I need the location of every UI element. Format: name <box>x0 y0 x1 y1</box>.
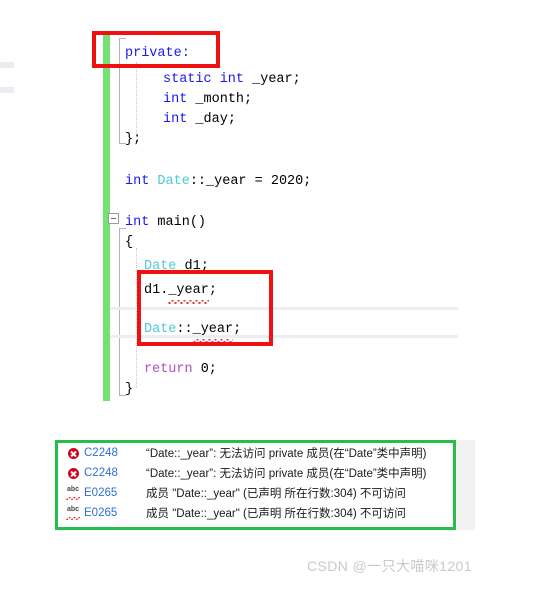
code-token: int <box>125 215 150 230</box>
error-icon <box>62 446 84 460</box>
code-token: _year; <box>244 72 301 87</box>
abc-squiggle-underline <box>66 497 80 500</box>
error-list-row[interactable]: C2248 “Date::_year”: 无法访问 private 成员(在“Da… <box>58 443 453 463</box>
code-token: int <box>125 174 150 189</box>
code-token: } <box>125 382 134 397</box>
code-line: int _day; <box>163 110 236 130</box>
error-circle-x-icon <box>66 446 80 460</box>
error-message: 成员 "Date::_year" (已声明 所在行数:304) 不可访问 <box>146 508 406 520</box>
code-line: } <box>125 380 133 400</box>
code-line: int Date::_year = 2020; <box>125 172 311 192</box>
error-message: “Date::_year”: 无法访问 private 成员(在“Date”类中… <box>146 468 427 480</box>
error-code: E0265 <box>84 507 118 519</box>
code-token: int <box>163 92 188 107</box>
error-code: C2248 <box>84 447 118 459</box>
code-token: { <box>125 235 134 250</box>
watermark: CSDN @一只大喵咪1201 <box>307 558 472 574</box>
error-message: 成员 "Date::_year" (已声明 所在行数:304) 不可访问 <box>146 488 406 500</box>
code-token: }; <box>125 132 142 147</box>
code-line: }; <box>125 130 141 150</box>
code-token: 0; <box>192 362 217 377</box>
code-token: static int <box>163 72 245 87</box>
annotation-box-private-usage <box>137 270 273 346</box>
error-icon <box>62 466 84 480</box>
intellisense-icon: abc <box>62 486 84 500</box>
code-text[interactable]: private: static int _year; int _month; int … <box>0 0 545 420</box>
code-line: return 0; <box>144 360 217 380</box>
code-token: int <box>163 112 188 127</box>
error-list-row[interactable]: abc E0265 成员 "Date::_year" (已声明 所在行数:304) … <box>58 483 453 503</box>
code-line: int _month; <box>163 90 252 110</box>
error-code: C2248 <box>84 467 118 479</box>
abc-squiggle-icon: abc <box>65 506 81 520</box>
error-code: E0265 <box>84 487 118 499</box>
intellisense-icon: abc <box>62 506 84 520</box>
code-token: ::_year = 2020; <box>189 174 312 189</box>
code-line: int main() <box>125 213 206 233</box>
error-circle-x-icon <box>66 466 80 480</box>
code-line: static int _year; <box>163 70 301 90</box>
abc-squiggle-icon: abc <box>65 486 81 500</box>
code-editor[interactable]: private: static int _year; int _month; int … <box>0 0 545 420</box>
code-token: return <box>144 362 193 377</box>
code-line: { <box>125 233 133 253</box>
code-token: main() <box>149 215 207 230</box>
abc-squiggle-underline <box>66 517 80 520</box>
error-list[interactable]: C2248“Date::_year”: 无法访问 private 成员(在“Da… <box>55 440 456 530</box>
annotation-box-private-declaration <box>92 31 220 68</box>
code-token: _day; <box>187 112 236 127</box>
error-message: “Date::_year”: 无法访问 private 成员(在“Date”类中… <box>146 448 427 460</box>
error-list-row[interactable]: abc E0265 成员 "Date::_year" (已声明 所在行数:304) … <box>58 503 453 523</box>
code-token: Date <box>157 174 190 189</box>
error-list-row[interactable]: C2248 “Date::_year”: 无法访问 private 成员(在“Da… <box>58 463 453 483</box>
code-token: _month; <box>187 92 253 107</box>
